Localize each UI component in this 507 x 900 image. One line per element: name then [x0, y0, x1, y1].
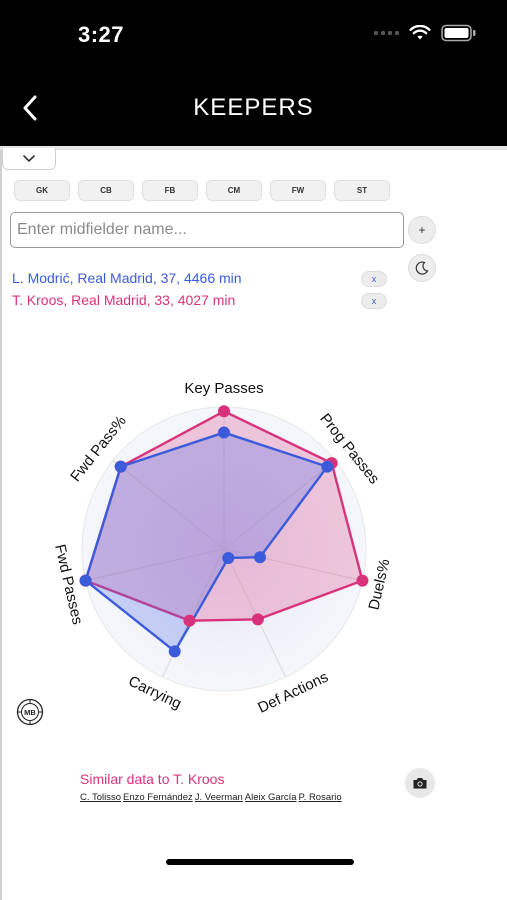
- radar-data-point: [218, 426, 230, 439]
- status-bar: 3:27: [0, 0, 507, 70]
- remove-player-2-button[interactable]: x: [361, 293, 387, 309]
- add-player-button[interactable]: +: [408, 216, 436, 244]
- camera-icon: [413, 778, 427, 789]
- mb-logo-icon: MB: [16, 698, 44, 726]
- radar-data-point: [168, 645, 181, 658]
- radar-data-point: [321, 460, 334, 473]
- radar-data-point: [222, 551, 235, 564]
- wifi-icon: [409, 25, 431, 40]
- screenshot-button[interactable]: [405, 768, 435, 798]
- header-divider: [0, 146, 507, 150]
- collapse-button[interactable]: [2, 148, 56, 170]
- position-filter: GK CB FB CM FW ST: [14, 180, 390, 201]
- mb-logo-button[interactable]: MB: [16, 698, 44, 726]
- similar-player-link[interactable]: C. Tolisso: [80, 792, 121, 803]
- status-time: 3:27: [78, 22, 125, 47]
- remove-player-1-button[interactable]: x: [361, 271, 387, 287]
- radar-axis-label: Key Passes: [184, 380, 263, 397]
- similar-title: Similar data to T. Kroos: [80, 771, 225, 787]
- battery-icon: [441, 24, 476, 42]
- position-button-gk[interactable]: GK: [14, 180, 70, 201]
- radar-data-point: [253, 551, 266, 564]
- position-button-cm[interactable]: CM: [206, 180, 262, 201]
- radar-data-point: [79, 574, 92, 587]
- radar-data-point: [183, 614, 196, 627]
- status-icons: [374, 24, 477, 42]
- chevron-down-icon: [23, 155, 35, 163]
- selected-player-2: T. Kroos, Real Madrid, 33, 4027 min: [12, 292, 236, 308]
- radar-data-point: [356, 574, 369, 587]
- position-button-st[interactable]: ST: [334, 180, 390, 201]
- similar-player-link[interactable]: J. Veerman: [195, 792, 243, 803]
- home-indicator: [166, 859, 354, 865]
- radar-axis-label: Duels%: [365, 557, 393, 611]
- signal-icon: [374, 31, 399, 35]
- player-search-input[interactable]: [10, 212, 404, 248]
- similar-player-link[interactable]: Enzo Fernández: [123, 792, 193, 803]
- radar-data-point: [218, 405, 230, 418]
- nav-bar: KEEPERS: [0, 70, 507, 146]
- radar-data-point: [114, 460, 127, 473]
- moon-icon: [415, 261, 429, 275]
- position-button-fb[interactable]: FB: [142, 180, 198, 201]
- theme-toggle-button[interactable]: [408, 254, 436, 282]
- position-button-cb[interactable]: CB: [78, 180, 134, 201]
- similar-player-link[interactable]: P. Rosario: [299, 792, 342, 803]
- similar-players-list: C. Tolisso Enzo Fernández J. Veerman Ale…: [80, 792, 342, 803]
- radar-axis-label: Fwd Passes: [51, 543, 86, 626]
- radar-data-point: [251, 613, 264, 626]
- page-title: KEEPERS: [193, 94, 314, 121]
- selected-player-1: L. Modrić, Real Madrid, 37, 4466 min: [12, 270, 242, 286]
- svg-text:MB: MB: [24, 708, 36, 717]
- position-button-fw[interactable]: FW: [270, 180, 326, 201]
- similar-player-link[interactable]: Aleix García: [245, 792, 297, 803]
- radar-chart: Key PassesProg PassesDuels%Def ActionsCa…: [51, 380, 393, 717]
